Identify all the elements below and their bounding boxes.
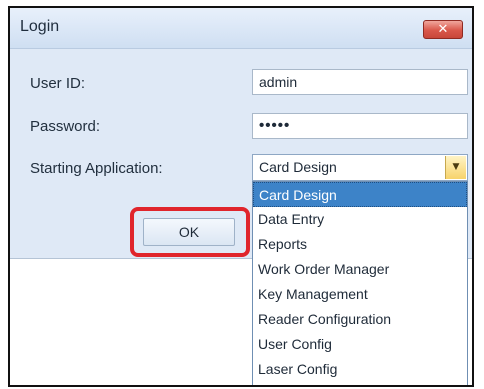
chevron-down-icon[interactable]: ▼ (445, 156, 466, 179)
password-label: Password: (30, 118, 101, 135)
close-icon: ✕ (437, 22, 449, 37)
selected-application-value: Card Design (259, 159, 337, 175)
dropdown-option[interactable]: User Config (253, 332, 467, 357)
ok-button[interactable]: OK (143, 218, 235, 246)
user-id-label: User ID: (30, 75, 86, 92)
starting-application-select[interactable]: Card Design ▼ (252, 154, 468, 181)
dropdown-option[interactable]: Card Design (253, 182, 467, 207)
dropdown-option[interactable]: Key Management (253, 282, 467, 307)
screenshot-frame: Login ✕ User ID: admin Password: ••••• S… (8, 6, 474, 387)
dropdown-option[interactable]: Work Order Manager (253, 257, 467, 282)
user-id-field[interactable]: admin (252, 69, 468, 95)
application-dropdown-list: Card Design Data Entry Reports Work Order M… (252, 181, 468, 385)
dialog-title: Login (20, 18, 60, 35)
close-button[interactable]: ✕ (423, 20, 463, 39)
dropdown-option[interactable]: Laser Config (253, 357, 467, 382)
dropdown-option[interactable]: Reader Configuration (253, 307, 467, 332)
title-bar: Login ✕ (10, 8, 472, 49)
password-field[interactable]: ••••• (252, 113, 468, 139)
starting-application-label: Starting Application: (30, 160, 163, 177)
dropdown-option[interactable]: Data Entry (253, 207, 467, 232)
dropdown-option[interactable]: Reports (253, 232, 467, 257)
